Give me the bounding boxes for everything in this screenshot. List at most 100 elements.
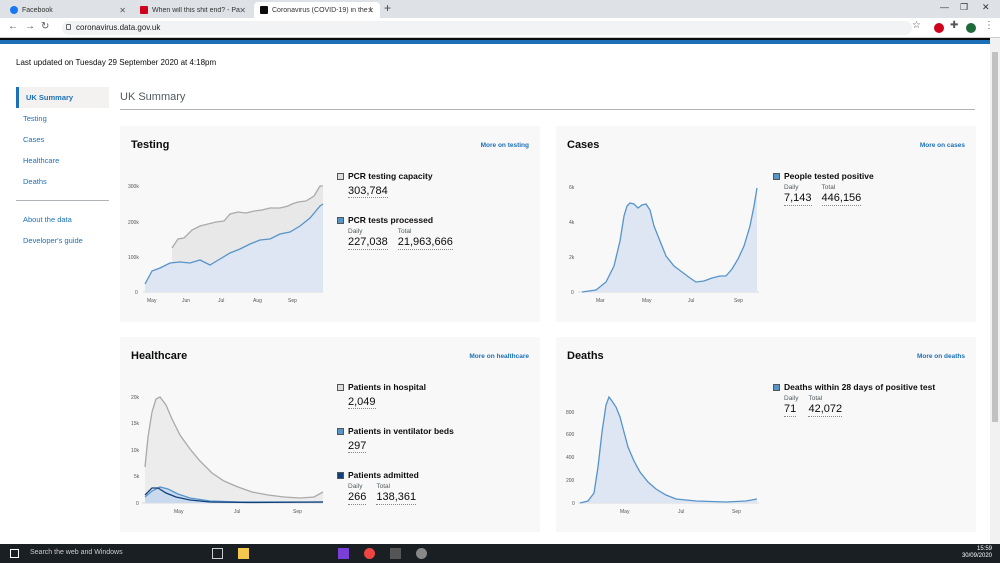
daily-value[interactable]: 266 <box>348 491 367 505</box>
tab-facebook[interactable]: Facebook ✕ <box>4 2 132 18</box>
tick-label: May <box>147 298 157 304</box>
total-value[interactable]: 21,963,666 <box>397 236 453 250</box>
legend-square <box>773 172 780 180</box>
tick-label: 0 <box>572 501 575 507</box>
url-input[interactable]: coronavirus.data.gov.uk <box>62 21 912 35</box>
system-clock[interactable]: 15:59 30/09/2020 <box>962 546 992 560</box>
page-title: UK Summary <box>120 91 186 103</box>
more-on-cases-link[interactable]: More on cases <box>920 142 965 149</box>
chrome-icon[interactable] <box>364 548 375 559</box>
nav-uk-summary[interactable]: UK Summary <box>16 87 109 108</box>
maximize-button[interactable]: ❐ <box>960 2 968 13</box>
tick-label: Sep <box>293 509 302 515</box>
metric-value[interactable]: 2,049 <box>348 396 376 409</box>
daily-value[interactable]: 227,038 <box>348 236 388 250</box>
legend-square <box>337 383 344 391</box>
hospital-area <box>145 397 323 503</box>
tick-label: 200k <box>128 220 139 226</box>
nav-cases[interactable]: Cases <box>16 129 109 150</box>
menu-icon[interactable]: ⋮ <box>984 20 994 31</box>
total-value[interactable]: 42,072 <box>808 403 843 417</box>
tick-label: 200 <box>566 478 575 484</box>
tick-label: 0 <box>135 290 138 296</box>
tab-coronavirus[interactable]: Coronavirus (COVID-19) in the U ✕ <box>254 2 380 18</box>
metric-value[interactable]: 303,784 <box>348 185 388 198</box>
tick-label: Jul <box>688 298 694 304</box>
nav-about-data[interactable]: About the data <box>16 209 109 230</box>
app-icon[interactable] <box>390 548 401 559</box>
window-close-button[interactable]: ✕ <box>982 2 990 13</box>
tab-forum[interactable]: When will this shit end? - Page 1 ✕ <box>134 2 252 18</box>
close-icon[interactable]: ✕ <box>119 6 126 15</box>
legend-square <box>337 216 344 224</box>
profile-avatar[interactable] <box>966 23 976 33</box>
metric-value[interactable]: 297 <box>348 440 367 453</box>
extension-icon[interactable] <box>934 23 944 33</box>
nav-deaths[interactable]: Deaths <box>16 171 109 192</box>
metric-title: Patients in hospital <box>348 382 426 392</box>
daily-label: Daily <box>784 395 799 402</box>
tick-label: 100k <box>128 255 139 261</box>
tick-label: May <box>174 509 184 515</box>
tick-label: 800 <box>566 410 575 416</box>
close-icon[interactable]: ✕ <box>367 6 374 15</box>
deaths-area <box>580 397 757 503</box>
taskbar-search[interactable]: Search the web and Windows <box>30 549 123 556</box>
app-icon[interactable] <box>416 548 427 559</box>
total-value[interactable]: 138,361 <box>376 491 417 505</box>
tick-label: 2k <box>569 255 575 261</box>
metric-title: PCR tests processed <box>348 215 434 225</box>
testing-chart: 300k 200k 100k 0 May Jun Jul Aug Sep <box>128 184 324 304</box>
last-updated: Last updated on Tuesday 29 September 202… <box>16 58 217 67</box>
bookmark-star-icon[interactable]: ☆ <box>912 20 921 31</box>
total-label: Total <box>397 228 412 235</box>
app-icon[interactable] <box>338 548 349 559</box>
patients-admitted-metric: Patients admitted Daily 266 Total 138,361 <box>337 470 419 505</box>
daily-value[interactable]: 7,143 <box>784 192 812 206</box>
task-view-icon[interactable] <box>212 548 223 559</box>
browser-tab-bar: Facebook ✕ When will this shit end? - Pa… <box>0 0 1000 18</box>
clock-time: 15:59 <box>976 546 992 552</box>
more-on-testing-link[interactable]: More on testing <box>481 142 529 149</box>
tick-label: 4k <box>569 220 575 226</box>
tab-title: When will this shit end? - Page 1 <box>152 6 240 14</box>
tick-label: 300k <box>128 184 139 190</box>
nav-developers-guide[interactable]: Developer's guide <box>16 230 109 251</box>
file-explorer-icon[interactable] <box>238 548 249 559</box>
tick-label: Jul <box>218 298 224 304</box>
legend-square <box>337 172 344 180</box>
title-divider <box>120 109 975 110</box>
patients-ventilator-metric: Patients in ventilator beds 297 <box>337 426 454 453</box>
tick-label: May <box>620 509 630 515</box>
tick-label: Jun <box>182 298 190 304</box>
minimize-button[interactable]: — <box>940 2 949 12</box>
healthcare-chart: 20k 15k 10k 5k 0 May Jul Sep <box>131 395 324 515</box>
forward-button[interactable]: → <box>25 21 35 32</box>
scrollbar-thumb[interactable] <box>992 52 998 422</box>
lock-icon[interactable] <box>66 24 71 30</box>
more-on-healthcare-link[interactable]: More on healthcare <box>469 353 529 360</box>
nav-healthcare[interactable]: Healthcare <box>16 150 109 171</box>
deaths-28-days-metric: Deaths within 28 days of positive test D… <box>773 382 935 417</box>
back-button[interactable]: ← <box>8 21 18 32</box>
close-icon[interactable]: ✕ <box>239 6 246 15</box>
tab-title: Coronavirus (COVID-19) in the U <box>272 6 372 14</box>
tick-label: Sep <box>288 298 297 304</box>
healthcare-card: Healthcare More on healthcare 20k 15k 10… <box>120 337 540 532</box>
nav-testing[interactable]: Testing <box>16 108 109 129</box>
tick-label: Jul <box>678 509 684 515</box>
puzzle-icon[interactable]: ✚ <box>950 20 958 31</box>
total-value[interactable]: 446,156 <box>821 192 862 206</box>
legend-square <box>337 471 344 479</box>
deaths-chart: 800 600 400 200 0 May Jul Sep <box>566 395 759 515</box>
metric-title: Patients in ventilator beds <box>348 426 454 436</box>
windows-start-icon[interactable] <box>10 549 19 558</box>
tick-label: 400 <box>566 455 575 461</box>
new-tab-button[interactable]: + <box>384 1 391 15</box>
tab-title: Facebook <box>22 6 53 14</box>
more-on-deaths-link[interactable]: More on deaths <box>917 353 965 360</box>
govuk-icon <box>260 6 268 14</box>
daily-value[interactable]: 71 <box>784 403 797 417</box>
pcr-processed-metric: PCR tests processed Daily 227,038 Total 21… <box>337 215 453 250</box>
reload-button[interactable]: ↻ <box>41 21 49 32</box>
